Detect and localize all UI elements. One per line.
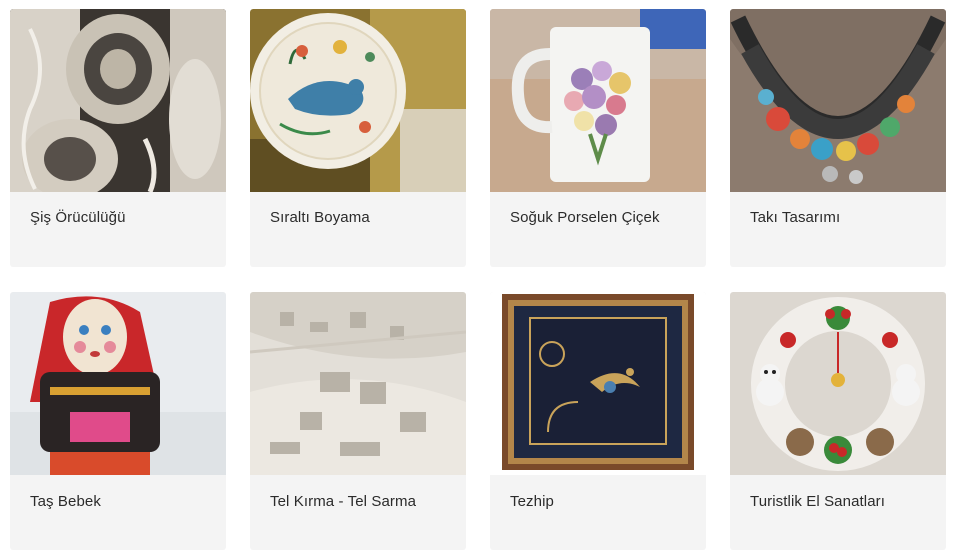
necklace-image[interactable] bbox=[730, 9, 946, 192]
craft-card-soguk-porselen-cicek[interactable]: Soğuk Porselen Çiçek bbox=[490, 9, 706, 267]
flower-mug-image[interactable] bbox=[490, 9, 706, 192]
framed-illumination-image[interactable] bbox=[490, 292, 706, 475]
stone-doll-image[interactable] bbox=[10, 292, 226, 475]
wire-embroidery-image[interactable] bbox=[250, 292, 466, 475]
craft-card-tel-kirma-tel-sarma[interactable]: Tel Kırma - Tel Sarma bbox=[250, 292, 466, 550]
craft-card-tezhip[interactable]: Tezhip bbox=[490, 292, 706, 550]
craft-title[interactable]: Takı Tasarımı bbox=[750, 209, 840, 226]
painted-plate-image[interactable] bbox=[250, 9, 466, 192]
craft-title[interactable]: Tezhip bbox=[510, 493, 554, 510]
craft-title[interactable]: Turistlik El Sanatları bbox=[750, 493, 885, 510]
craft-card-sis-oruculugu[interactable]: Şiş Örücülüğü bbox=[10, 9, 226, 267]
craft-card-tas-bebek[interactable]: Taş Bebek bbox=[10, 292, 226, 550]
craft-title[interactable]: Şiş Örücülüğü bbox=[30, 209, 126, 226]
craft-card-turistlik-el-sanatlari[interactable]: Turistlik El Sanatları bbox=[730, 292, 946, 550]
craft-title[interactable]: Soğuk Porselen Çiçek bbox=[510, 209, 660, 226]
crafts-grid: Şiş Örücülüğü Sıraltı Boyama Soğuk Porse… bbox=[0, 0, 954, 558]
craft-title[interactable]: Tel Kırma - Tel Sarma bbox=[270, 493, 416, 510]
craft-card-siralti-boyama[interactable]: Sıraltı Boyama bbox=[250, 9, 466, 267]
craft-card-taki-tasarimi[interactable]: Takı Tasarımı bbox=[730, 9, 946, 267]
craft-title[interactable]: Taş Bebek bbox=[30, 493, 101, 510]
lace-embroidery-image[interactable] bbox=[10, 9, 226, 192]
christmas-wreath-image[interactable] bbox=[730, 292, 946, 475]
craft-title[interactable]: Sıraltı Boyama bbox=[270, 209, 370, 226]
